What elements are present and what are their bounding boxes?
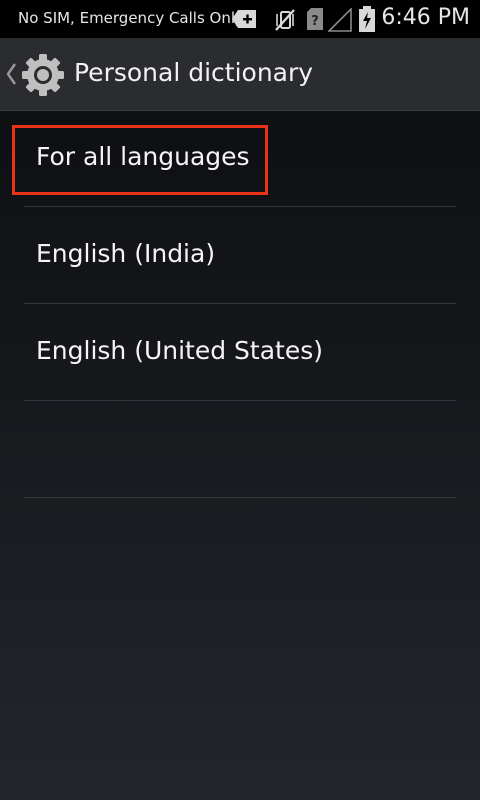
list-item-english-india[interactable]: English (India) [24, 207, 456, 304]
screen: No SIM, Emergency Calls Only ? 6:46 PM P… [0, 0, 480, 800]
list-item-label: English (India) [36, 239, 216, 268]
list-item-for-all-languages[interactable]: For all languages [24, 110, 456, 207]
status-time: 6:46 PM [381, 5, 470, 30]
svg-text:?: ? [311, 14, 319, 29]
list-item-english-united-states[interactable]: English (United States) [24, 304, 456, 401]
download-icon [232, 10, 256, 28]
battery-charging-icon [359, 6, 375, 32]
list-item-label: For all languages [36, 142, 250, 171]
action-bar: Personal dictionary [0, 38, 480, 111]
list-item-label: English (United States) [36, 336, 324, 365]
no-sim-icon: ? [307, 8, 323, 30]
vibrate-off-icon [275, 9, 295, 31]
carrier-text: No SIM, Emergency Calls Only [18, 9, 244, 27]
dictionary-list: For all languages English (India) Englis… [24, 110, 456, 498]
chevron-left-icon[interactable] [4, 60, 18, 88]
no-signal-icon [328, 8, 352, 32]
status-bar: No SIM, Emergency Calls Only ? 6:46 PM [0, 0, 480, 38]
settings-gear-icon[interactable] [20, 52, 66, 98]
list-item-empty [24, 401, 456, 498]
page-title: Personal dictionary [74, 58, 314, 87]
